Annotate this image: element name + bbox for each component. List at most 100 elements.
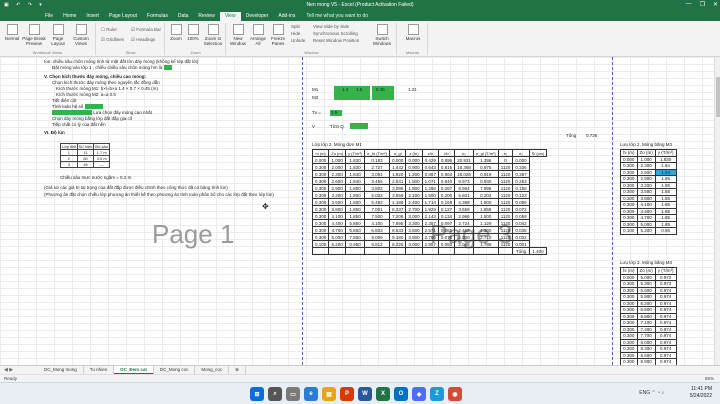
system-clock[interactable]: 11:41 PM 5/24/2022 [690,386,712,400]
table-cell[interactable]: 2.724 [454,219,474,227]
table-cell[interactable]: 1120 [497,184,514,192]
table-cell[interactable]: 1.786 [472,240,499,248]
table-cell[interactable]: 3 [60,161,78,168]
table-cell[interactable]: 1.400 [528,247,548,255]
view-side-by-side-button[interactable]: View Side by Side [313,24,349,29]
custom-views-button[interactable]: Custom Views [70,24,92,46]
reset-window-position-button[interactable]: Reset Window Position [313,38,359,43]
chrome-icon[interactable]: ◉ [448,387,462,401]
macros-button[interactable]: Macros [403,24,423,41]
table-cell[interactable]: 1.850 [345,184,366,192]
table-cell[interactable]: 2.000 [454,233,474,241]
tab-view[interactable]: View [219,12,241,21]
table-cell[interactable]: — [93,161,111,168]
table-cell[interactable]: 0.975 [472,163,499,171]
table-cell[interactable]: 2.412 [454,226,474,234]
start-icon[interactable]: ⊞ [250,387,264,401]
table-cell[interactable]: 3.455 [364,177,391,185]
table-cell[interactable]: 45 [76,161,95,168]
table-cell[interactable]: 0.300 [311,191,330,199]
table-cell[interactable]: 0.300 [311,198,330,206]
task-view-icon[interactable]: ▭ [286,387,300,401]
tab-data[interactable]: Data [173,12,194,21]
table-cell[interactable]: 4.400 [328,219,347,227]
table-cell[interactable]: 0.000 [405,156,423,164]
table-cell[interactable]: 0.183 [364,156,391,164]
table-cell[interactable]: 0.300 [311,163,330,171]
table-cell[interactable] [364,247,391,255]
table-cell[interactable]: 1.840 [345,177,366,185]
green-cell[interactable] [163,65,172,71]
switch-windows-button[interactable]: Switch Windows [369,24,395,46]
page-break-preview-button[interactable]: Page Break Preview [22,24,46,46]
table-cell[interactable]: 8.964 [454,184,474,192]
edge-icon[interactable]: e [304,387,318,401]
table-cell[interactable]: 0.900 [405,163,423,171]
table-cell[interactable]: 0.964 [437,170,456,178]
table-cell[interactable]: Tổng [512,247,530,255]
green-cell[interactable] [84,104,103,110]
table-cell[interactable]: 2.600 [328,177,347,185]
table-cell[interactable]: 0.042 [512,219,530,227]
table-cell[interactable] [421,247,439,255]
table-cell[interactable]: 1.442 [389,163,407,171]
store-icon[interactable]: ◆ [412,387,426,401]
table-cell[interactable]: 0.300 [311,170,330,178]
table-cell[interactable]: 9.009 [364,233,391,241]
tell-me-search[interactable]: Tell me what you want to do [306,12,368,21]
table-cell[interactable]: 1120 [497,191,514,199]
table-cell[interactable]: 0.300 [311,205,330,213]
table-cell[interactable]: 0.059 [512,212,530,220]
file-explorer-icon[interactable]: ▤ [322,387,336,401]
table-cell[interactable]: 5.601 [454,191,474,199]
table-cell[interactable]: 1120 [497,226,514,234]
table-cell[interactable]: 0.429 [421,156,439,164]
table-cell[interactable]: 2.541 [389,177,407,185]
table-cell[interactable]: 3.659 [454,205,474,213]
table-cell[interactable]: 0.000 [389,156,407,164]
table-cell[interactable]: 0.267 [437,184,456,192]
table-cell[interactable]: 7.850 [345,233,366,241]
table-cell[interactable]: 1.200 [405,170,423,178]
table-cell[interactable]: 1120 [497,219,514,227]
table-cell[interactable]: 0.081 [437,226,456,234]
table-cell[interactable]: 0.123 [512,191,530,199]
table-cell[interactable]: 0.000 [512,156,530,164]
table-cell[interactable]: 0.816 [437,163,456,171]
table-cell[interactable]: 6.337 [389,205,407,213]
table-cell[interactable]: 0.202 [472,191,499,199]
table-cell[interactable]: 0.072 [512,205,530,213]
table-cell[interactable]: 0.100 [311,240,330,248]
table-cell[interactable]: 1.830 [345,156,366,164]
table-cell[interactable]: 1.000 [328,156,347,164]
table-cell[interactable]: 2.357 [421,219,439,227]
table-cell[interactable]: 0.089 [512,198,530,206]
tab-file[interactable]: File [40,12,58,21]
tab-home[interactable]: Home [58,12,81,21]
table-cell[interactable]: 1.071 [421,177,439,185]
table-cell[interactable]: 2.300 [328,170,347,178]
page-layout-button[interactable]: Page Layout [48,24,68,46]
table-cell[interactable]: 2.086 [454,240,474,248]
table-cell[interactable]: 0.300 [311,226,330,234]
tab-developer[interactable]: Developer [241,12,274,21]
table-cell[interactable]: 0.300 [311,233,330,241]
table-cell[interactable]: 5.482 [364,198,391,206]
word-icon[interactable]: W [358,387,372,401]
table-cell[interactable]: 1.850 [345,198,366,206]
table-cell[interactable]: 2.900 [328,184,347,192]
table-cell[interactable]: 0.300 [311,177,330,185]
table-cell[interactable]: 0.940 [437,177,456,185]
table-cell[interactable]: 0.387 [512,170,530,178]
table-cell[interactable]: 0.253 [512,177,530,185]
table-cell[interactable]: 1.850 [345,205,366,213]
table-cell[interactable]: 0.919 [472,170,499,178]
hide-button[interactable]: Hide [291,31,300,36]
zoom-button[interactable]: Zoom [168,24,184,41]
table-cell[interactable]: 2.700 [405,205,423,213]
green-cell-block[interactable] [334,86,370,100]
table-cell[interactable]: 5.033 [364,191,391,199]
table-cell[interactable]: 0.134 [437,212,456,220]
table-cell[interactable]: 1120 [497,163,514,171]
minimize-button[interactable]: — [686,1,692,8]
